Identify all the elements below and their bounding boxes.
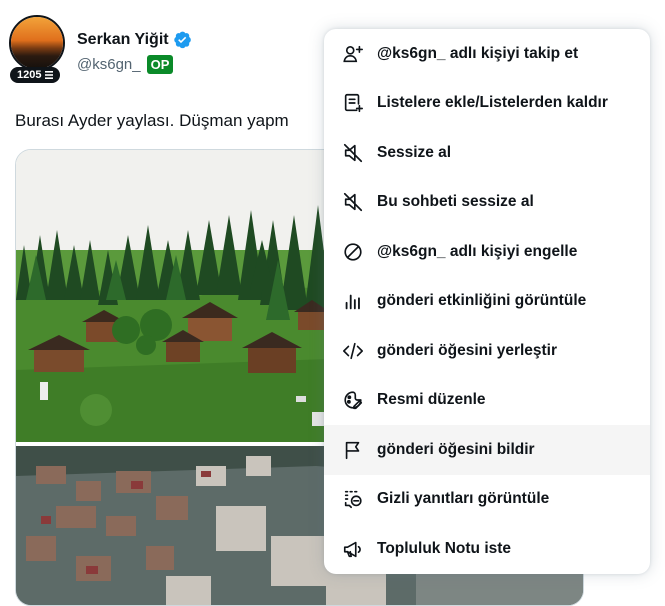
tweet-options-menu: @ks6gn_ adlı kişiyi takip et Listelere e… — [324, 29, 650, 574]
list-add-icon — [342, 92, 364, 114]
author-handle[interactable]: @ks6gn_ — [77, 56, 141, 73]
hidden-replies-icon — [342, 488, 364, 510]
analytics-icon — [342, 290, 364, 312]
menu-item-follow[interactable]: @ks6gn_ adlı kişiyi takip et — [324, 29, 650, 79]
follow-user-icon — [342, 43, 364, 65]
menu-item-edit-image[interactable]: Resmi düzenle — [324, 376, 650, 426]
menu-item-lists[interactable]: Listelere ekle/Listelerden kaldır — [324, 79, 650, 129]
mute-icon — [342, 142, 364, 164]
edit-image-icon — [342, 389, 364, 411]
menu-item-mute-conversation[interactable]: Bu sohbeti sessize al — [324, 178, 650, 228]
author-avatar[interactable]: 1205 — [9, 15, 65, 83]
list-icon — [45, 71, 54, 79]
menu-item-block[interactable]: @ks6gn_ adlı kişiyi engelle — [324, 227, 650, 277]
author-display-name[interactable]: Serkan Yiğit — [77, 30, 192, 49]
menu-item-hidden-replies[interactable]: Gizli yanıtları görüntüle — [324, 475, 650, 525]
mute-conversation-icon — [342, 191, 364, 213]
block-icon — [342, 241, 364, 263]
megaphone-icon — [342, 538, 364, 560]
verified-badge-icon — [173, 31, 191, 49]
menu-item-embed[interactable]: gönderi öğesini yerleştir — [324, 326, 650, 376]
report-flag-icon — [342, 439, 364, 461]
op-badge: OP — [146, 55, 174, 74]
tweet-text: Burası Ayder yaylası. Düşman yapm — [15, 111, 289, 130]
menu-item-report[interactable]: gönderi öğesini bildir — [324, 425, 650, 475]
menu-item-community-note[interactable]: Topluluk Notu iste — [324, 524, 650, 574]
menu-item-analytics[interactable]: gönderi etkinliğini görüntüle — [324, 277, 650, 327]
follower-count-badge: 1205 — [10, 67, 61, 83]
menu-item-mute[interactable]: Sessize al — [324, 128, 650, 178]
embed-code-icon — [342, 340, 364, 362]
